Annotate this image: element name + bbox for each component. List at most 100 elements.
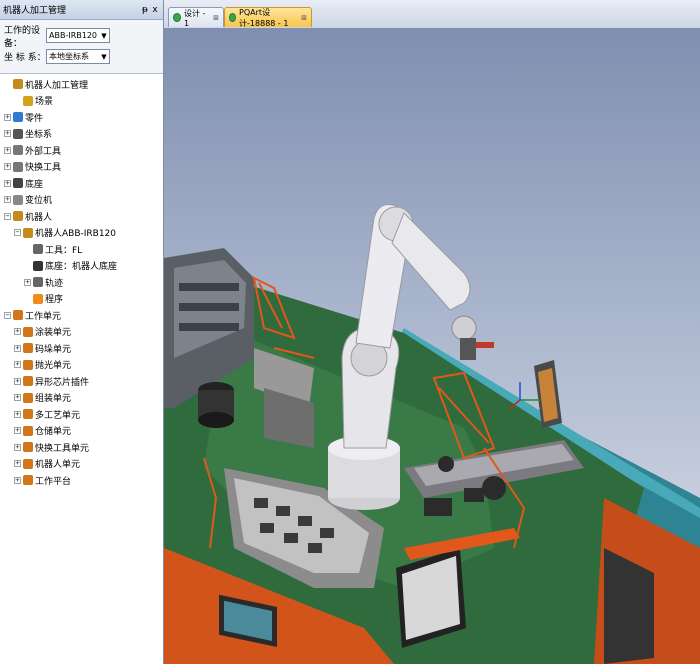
tree-node-label: 底座 (25, 179, 44, 190)
trajectory-icon (33, 277, 43, 288)
robot-wrist (451, 315, 477, 341)
collapse-icon[interactable]: − (14, 229, 21, 237)
tree-node[interactable]: + 机器人单元 (0, 456, 163, 473)
tree-node-label: 工具：FL (45, 245, 83, 256)
tree-node[interactable]: + 仓储单元 (0, 423, 163, 440)
tree-node[interactable]: − 工作单元 (0, 307, 163, 324)
tree-node-label: 机器人 (25, 212, 53, 223)
tree-node-label: 工作单元 (25, 311, 62, 322)
close-icon[interactable]: ⊠ (301, 14, 307, 22)
panel-title-bar: 机器人加工管理 ᵽ x (0, 0, 163, 20)
work-device-value: ABB-IRB120 (49, 31, 98, 40)
tree-node-label: 坐标系 (25, 130, 53, 141)
tree-node[interactable]: + 快换工具单元 (0, 439, 163, 456)
tree-node[interactable]: + 工作平台 (0, 472, 163, 489)
tab-pqart-design[interactable]: PQArt设计-18888 - 1 ⊠ (224, 7, 312, 28)
scene-icon (23, 95, 33, 106)
tree-node[interactable]: 工具：FL (0, 241, 163, 258)
panel-form: 工作的设备： ABB-IRB120 ▼ 坐 标 系： 本地坐标系 ▼ (0, 20, 163, 74)
collapse-icon[interactable]: − (4, 212, 11, 220)
close-icon[interactable]: ⊠ (213, 14, 219, 22)
coordinate-icon (13, 128, 23, 139)
tree-node-label: 快换工具 (25, 163, 62, 174)
robot-process-panel: 机器人加工管理 ᵽ x 工作的设备： ABB-IRB120 ▼ 坐 标 系： 本… (0, 0, 164, 664)
tree-node[interactable]: + 轨迹 (0, 274, 163, 291)
work-unit-folder-icon (13, 310, 23, 321)
unit-icon (23, 359, 33, 370)
expand-icon[interactable]: + (4, 130, 11, 138)
robot-icon (13, 211, 23, 222)
tree-node-label: 零件 (25, 113, 44, 124)
tree-node[interactable]: + 零件 (0, 109, 163, 126)
gripper-finger (476, 342, 494, 348)
tree-node[interactable]: + 异形芯片插件 (0, 373, 163, 390)
tree-node-label: 轨迹 (45, 278, 64, 289)
external-tool-icon (13, 145, 23, 156)
tree-node[interactable]: + 涂装单元 (0, 324, 163, 341)
program-icon (33, 293, 43, 304)
expand-icon[interactable]: + (14, 328, 21, 336)
unit-icon (23, 326, 33, 337)
tab-design[interactable]: 设计 - 1 ⊠ (168, 7, 224, 28)
tree-node-label: 外部工具 (25, 146, 62, 157)
tree-node-label: 组装单元 (35, 394, 72, 405)
tree-node[interactable]: + 抛光单元 (0, 357, 163, 374)
expand-icon[interactable]: + (24, 278, 31, 286)
tree-node[interactable]: + 外部工具 (0, 142, 163, 159)
tree-node[interactable]: + 坐标系 (0, 126, 163, 143)
chevron-down-icon[interactable]: ▼ (99, 50, 109, 63)
expand-icon[interactable]: + (14, 443, 21, 451)
tree-node[interactable]: + 多工艺单元 (0, 406, 163, 423)
work-device-label: 工作的设备： (4, 25, 41, 49)
pin-icon[interactable]: ᵽ (140, 5, 150, 15)
tree-node[interactable]: 程序 (0, 291, 163, 308)
expand-icon[interactable]: + (14, 476, 21, 484)
tree-node[interactable]: − 机器人 (0, 208, 163, 225)
tree-node[interactable]: + 变位机 (0, 192, 163, 209)
base-icon (13, 178, 23, 189)
tree-node[interactable]: 底座：机器人底座 (0, 258, 163, 275)
expand-icon[interactable]: + (14, 427, 21, 435)
robot-arm-icon (23, 227, 33, 238)
tree-node[interactable]: 场景 (0, 93, 163, 110)
expand-icon[interactable]: + (4, 196, 11, 204)
unit-icon (23, 392, 33, 403)
scene-tree: 机器人加工管理 场景 + 零件 + 坐标系 + 外部工具 + 快换工具 + 底座 + 变位机 − 机器人 − 机器… (0, 74, 163, 489)
expand-icon[interactable]: + (14, 460, 21, 468)
tree-node[interactable]: − 机器人ABB-IRB120 (0, 225, 163, 242)
chevron-down-icon[interactable]: ▼ (99, 29, 109, 42)
tree-node-label: 仓储单元 (35, 427, 72, 438)
tree-node[interactable]: + 快换工具 (0, 159, 163, 176)
work-device-select[interactable]: ABB-IRB120 ▼ (46, 28, 110, 43)
3d-viewport[interactable] (164, 28, 700, 664)
tool-icon (33, 244, 43, 255)
document-tab-bar: 设计 - 1 ⊠ PQArt设计-18888 - 1 ⊠ (164, 0, 700, 29)
tree-node[interactable]: + 组装单元 (0, 390, 163, 407)
tab-label: 设计 - 1 (184, 8, 206, 28)
expand-icon[interactable]: + (14, 361, 21, 369)
robot-manage-icon (13, 79, 23, 90)
unit-icon (23, 343, 33, 354)
tab-label: PQArt设计-18888 - 1 (239, 7, 289, 28)
expand-icon[interactable]: + (14, 377, 21, 385)
expand-icon[interactable]: + (14, 410, 21, 418)
coord-select[interactable]: 本地坐标系 ▼ (46, 49, 110, 64)
tree-node[interactable]: + 底座 (0, 175, 163, 192)
document-icon (229, 13, 237, 22)
collapse-icon[interactable]: − (4, 311, 11, 319)
unit-icon (23, 475, 33, 486)
expand-icon[interactable]: + (4, 146, 11, 154)
unit-icon (23, 409, 33, 420)
close-icon[interactable]: x (150, 5, 160, 15)
expand-icon[interactable]: + (4, 179, 11, 187)
expand-icon[interactable]: + (14, 394, 21, 402)
tree-node-label: 异形芯片插件 (35, 377, 90, 388)
document-icon (173, 13, 182, 22)
tree-node[interactable]: + 码垛单元 (0, 340, 163, 357)
tree-node-label: 底座：机器人底座 (45, 262, 118, 273)
expand-icon[interactable]: + (14, 344, 21, 352)
tree-node[interactable]: 机器人加工管理 (0, 76, 163, 93)
tree-node-label: 多工艺单元 (35, 410, 81, 421)
expand-icon[interactable]: + (4, 163, 11, 171)
expand-icon[interactable]: + (4, 113, 11, 121)
